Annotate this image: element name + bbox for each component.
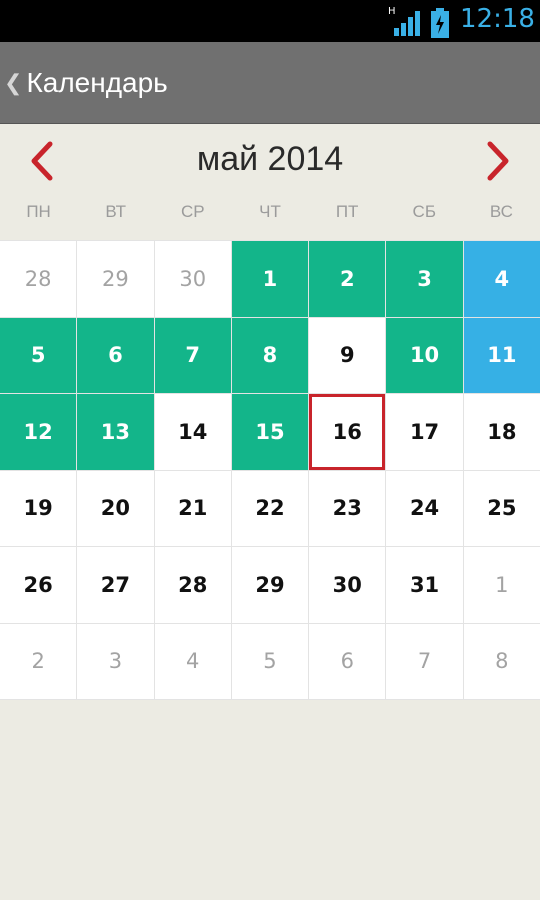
- day-cell[interactable]: 8: [463, 623, 540, 699]
- weekday-label: ПТ: [335, 202, 359, 221]
- weekday-label: ВТ: [105, 202, 126, 221]
- month-title: май 2014: [196, 140, 344, 178]
- day-cell[interactable]: 26: [0, 547, 77, 623]
- day-cell[interactable]: 29: [231, 547, 309, 623]
- calendar-grid: 28 29 30 1 2 3 4 5 6 7 8 9 10 11 12 13 14 15 16 17 18 19 20 21 2…: [0, 240, 540, 700]
- day-cell[interactable]: 5: [231, 623, 309, 699]
- action-bar: ❮ Календарь: [0, 42, 540, 124]
- day-cell[interactable]: 27: [77, 547, 154, 623]
- day-cell[interactable]: 19: [0, 470, 77, 546]
- day-cell[interactable]: 21: [154, 470, 231, 546]
- day-cell[interactable]: 8: [231, 317, 309, 393]
- signal-icon: [394, 11, 420, 36]
- day-cell[interactable]: 18: [463, 394, 540, 470]
- day-cell[interactable]: 28: [0, 241, 77, 317]
- day-cell[interactable]: 13: [77, 394, 154, 470]
- day-cell[interactable]: 31: [386, 547, 463, 623]
- day-cell[interactable]: 3: [77, 623, 154, 699]
- day-cell[interactable]: 6: [77, 317, 154, 393]
- day-cell[interactable]: 4: [463, 241, 540, 317]
- day-cell[interactable]: 12: [0, 394, 77, 470]
- day-cell[interactable]: 17: [386, 394, 463, 470]
- day-cell[interactable]: 2: [309, 241, 386, 317]
- day-cell[interactable]: 15: [231, 394, 309, 470]
- day-cell[interactable]: 1: [463, 547, 540, 623]
- weekday-label: СР: [181, 202, 205, 221]
- day-cell[interactable]: 29: [77, 241, 154, 317]
- day-cell[interactable]: 25: [463, 470, 540, 546]
- day-cell[interactable]: 14: [154, 394, 231, 470]
- weekday-label: ПН: [26, 202, 51, 221]
- day-cell[interactable]: 3: [386, 241, 463, 317]
- day-cell[interactable]: 23: [309, 470, 386, 546]
- day-cell[interactable]: 7: [154, 317, 231, 393]
- back-button[interactable]: ❮ Календарь: [4, 42, 184, 124]
- day-cell[interactable]: 30: [154, 241, 231, 317]
- day-cell[interactable]: 5: [0, 317, 77, 393]
- page-title: Календарь: [26, 67, 168, 98]
- weekday-label: ЧТ: [259, 202, 281, 221]
- day-cell[interactable]: 30: [309, 547, 386, 623]
- calendar-header: май 2014 ПН ВТ СР ЧТ ПТ СБ ВС: [0, 124, 540, 238]
- day-cell[interactable]: 20: [77, 470, 154, 546]
- day-cell[interactable]: 11: [463, 317, 540, 393]
- chevron-left-icon: ❮: [4, 70, 23, 96]
- day-cell[interactable]: 22: [231, 470, 309, 546]
- day-cell[interactable]: 1: [231, 241, 309, 317]
- day-cell[interactable]: 6: [309, 623, 386, 699]
- weekday-label: ВС: [489, 202, 513, 221]
- status-time: 12:18: [460, 4, 535, 34]
- day-cell[interactable]: 10: [386, 317, 463, 393]
- day-cell[interactable]: 28: [154, 547, 231, 623]
- day-cell[interactable]: 24: [386, 470, 463, 546]
- next-month-button[interactable]: [480, 138, 516, 184]
- day-cell[interactable]: 4: [154, 623, 231, 699]
- status-bar: H 12:18: [0, 0, 540, 42]
- today-cell[interactable]: 16: [309, 394, 386, 470]
- day-cell[interactable]: 7: [386, 623, 463, 699]
- weekday-row: ПН ВТ СР ЧТ ПТ СБ ВС: [0, 202, 540, 222]
- day-cell[interactable]: 9: [309, 317, 386, 393]
- weekday-label: СБ: [412, 202, 436, 221]
- day-cell[interactable]: 2: [0, 623, 77, 699]
- battery-charging-icon: [431, 8, 449, 38]
